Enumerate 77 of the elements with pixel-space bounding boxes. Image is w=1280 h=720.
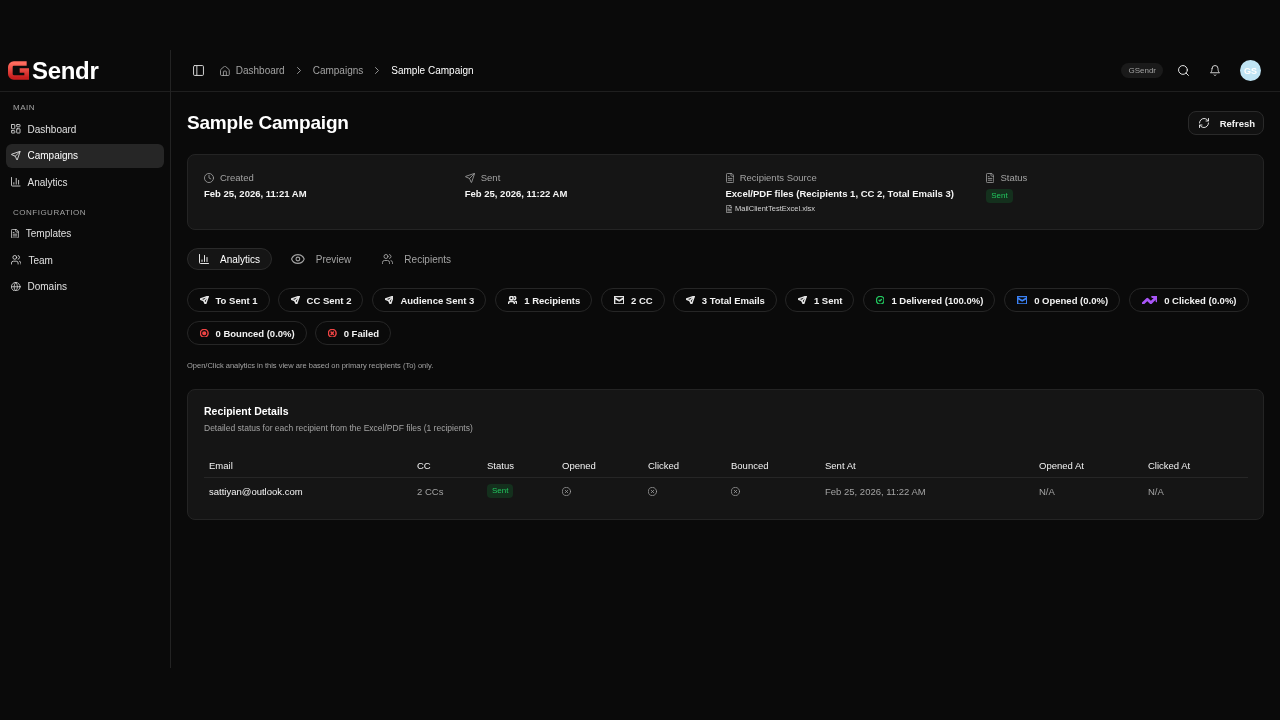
grid-icon: [11, 124, 21, 134]
column-header: Status: [487, 459, 514, 471]
page-title: Sample Campaign: [187, 111, 349, 135]
table-cell: 2 CCs: [417, 485, 444, 497]
home-icon: [220, 65, 230, 76]
status-badge: Sent: [487, 484, 514, 498]
stat-label: 3 Total Emails: [701, 294, 765, 306]
table-cell: Feb 25, 2026, 11:22 AM: [825, 485, 926, 497]
stat-label: 1 Sent: [813, 294, 843, 306]
tab[interactable]: Recipients: [370, 248, 464, 270]
sidebar-item[interactable]: Domains: [6, 274, 164, 299]
stat-label: 1 Delivered (100.0%): [891, 294, 984, 306]
section-subtitle: Detailed status for each recipient from the Excel/PDF files (1 recipients): [204, 422, 474, 434]
stat-label: 0 Bounced (0.0%): [215, 327, 295, 339]
sidebar-item[interactable]: Templates: [6, 221, 164, 246]
bar-chart-icon: [11, 177, 21, 187]
logo-icon: [8, 61, 29, 80]
stat-label: 1 Recipients: [524, 294, 581, 306]
section-heading: MAIN: [12, 102, 36, 114]
sidebar-item[interactable]: Dashboard: [6, 117, 164, 141]
clock-icon: [204, 172, 214, 183]
section-heading: CONFIGURATION: [12, 206, 87, 219]
sidebar-item[interactable]: Campaigns: [6, 143, 164, 168]
tab[interactable]: Preview: [279, 248, 364, 270]
sidebar-item[interactable]: Team: [6, 248, 164, 272]
table-cell: N/A: [1148, 485, 1164, 497]
document-icon: [986, 172, 995, 183]
table-cell: N/A: [1039, 485, 1055, 497]
refresh-button[interactable]: Refresh: [1187, 111, 1264, 135]
bar-chart-icon: [199, 254, 209, 264]
column-header: CC: [417, 459, 431, 471]
document-icon: [11, 228, 19, 239]
column-header: Opened At: [1039, 459, 1084, 471]
sidebar-item[interactable]: Analytics: [6, 170, 164, 194]
stat-label: 0 Failed: [343, 327, 380, 339]
workspace-tag: GSendr: [1121, 63, 1163, 78]
breadcrumb-link[interactable]: Dashboard: [220, 65, 285, 76]
column-header: Opened: [562, 459, 596, 471]
users-icon: [382, 254, 394, 264]
document-icon: [725, 204, 733, 213]
stat-label: 0 Clicked (0.0%): [1164, 294, 1237, 306]
search-icon[interactable]: [1178, 65, 1189, 76]
status-badge: Sent: [986, 189, 1013, 203]
breadcrumb-link[interactable]: Sample Campaign: [391, 65, 474, 76]
field-label: Created: [220, 171, 254, 184]
stat-label: To Sent 1: [215, 294, 258, 306]
chevron-right-icon: [296, 67, 301, 74]
section-title: Recipient Details: [204, 404, 289, 418]
globe-icon: [11, 281, 21, 292]
send-icon: [11, 150, 21, 161]
column-header: Sent At: [825, 459, 856, 471]
document-icon: [725, 172, 734, 183]
field-label: Sent: [480, 171, 501, 184]
column-header: Clicked: [648, 459, 680, 471]
tab[interactable]: Analytics: [187, 248, 272, 270]
field-value: Excel/PDF files (Recipients 1, CC 2, Total Emails 3): [725, 187, 954, 200]
field-value: Feb 25, 2026, 11:21 AM: [204, 187, 307, 200]
sidebar-toggle-icon[interactable]: [193, 65, 204, 76]
eye-icon: [291, 254, 305, 264]
field-value: Feb 25, 2026, 11:22 AM: [464, 187, 568, 200]
bell-icon[interactable]: [1210, 65, 1220, 76]
field-label: Recipients Source: [739, 171, 817, 184]
chevron-right-icon: [375, 67, 380, 74]
users-icon: [11, 255, 22, 265]
column-header: Bounced: [731, 459, 769, 471]
column-header: Clicked At: [1148, 459, 1191, 471]
stat-label: CC Sent 2: [306, 294, 352, 306]
brand-name: Sendr: [32, 57, 99, 84]
field-label: Status: [1000, 171, 1028, 184]
stat-label: 0 Opened (0.0%): [1034, 294, 1109, 306]
breadcrumb-link[interactable]: Campaigns: [312, 65, 364, 76]
stat-label: 2 CC: [631, 294, 653, 306]
table-cell: sattiyan@outlook.com: [209, 485, 303, 497]
refresh-icon: [1198, 118, 1209, 128]
column-header: Email: [209, 459, 233, 471]
send-icon: [464, 172, 475, 183]
stat-label: Audience Sent 3: [400, 294, 475, 306]
